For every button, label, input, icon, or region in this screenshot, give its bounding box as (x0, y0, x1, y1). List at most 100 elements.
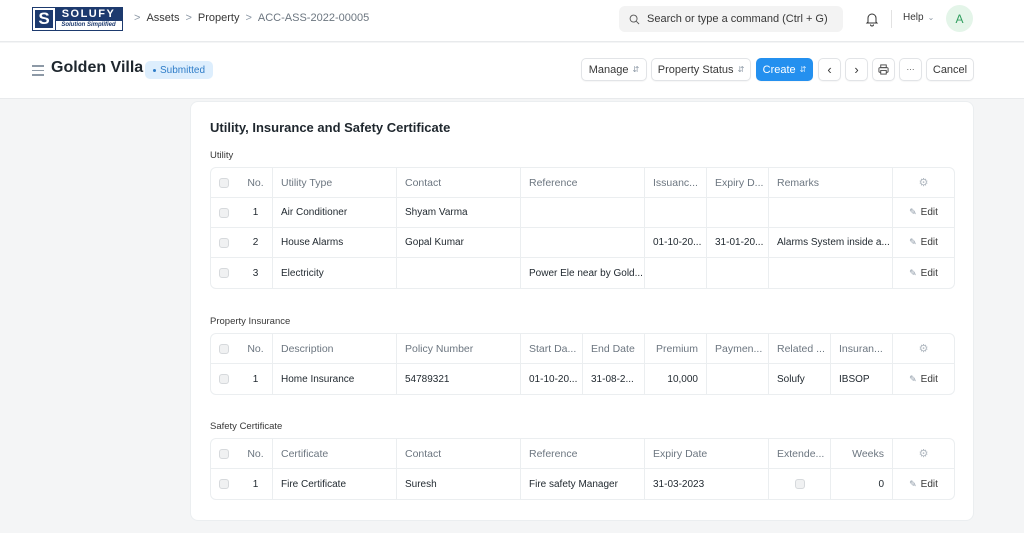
safety-certificate-table: No. Certificate Contact Reference Expiry… (210, 438, 955, 500)
edit-row-button[interactable]: ✎ Edit (909, 268, 938, 279)
contact-cell[interactable]: Suresh (397, 469, 521, 499)
table-row[interactable]: 2 House Alarms Gopal Kumar 01-10-20... 3… (211, 228, 954, 258)
remarks-cell[interactable] (769, 258, 893, 288)
solufy-logo[interactable]: S SOLUFY Solution Simplified (32, 7, 123, 31)
select-all-checkbox[interactable] (219, 448, 229, 459)
row-checkbox[interactable] (219, 237, 229, 248)
payment-cell[interactable] (707, 364, 769, 394)
help-dropdown[interactable]: Help ⌄ (903, 12, 934, 23)
edit-row-button[interactable]: ✎ Edit (909, 207, 938, 218)
column-settings-gear-icon[interactable]: ⚙ (919, 447, 929, 460)
search-icon (629, 14, 640, 24)
pencil-icon: ✎ (909, 237, 917, 247)
row-number: 1 (239, 364, 273, 394)
select-all-checkbox[interactable] (219, 343, 229, 354)
user-avatar[interactable]: A (946, 5, 973, 32)
table-header-row: No. Description Policy Number Start Da..… (211, 334, 954, 364)
safety-table-label: Safety Certificate (210, 421, 283, 432)
column-header: Certificate (273, 439, 397, 468)
logo-name: SOLUFY (55, 8, 122, 21)
start-date-cell[interactable]: 01-10-20... (521, 364, 583, 394)
create-button[interactable]: Create ⇵ (756, 58, 813, 81)
issuance-date-cell[interactable] (645, 198, 707, 227)
previous-button[interactable]: ‹ (818, 58, 841, 81)
column-header: Reference (521, 439, 645, 468)
expiry-date-cell[interactable]: 31-01-20... (707, 228, 769, 257)
row-checkbox[interactable] (219, 479, 229, 489)
edit-row-button[interactable]: ✎ Edit (909, 374, 938, 385)
row-checkbox[interactable] (219, 207, 229, 218)
weeks-cell[interactable]: 0 (831, 469, 893, 499)
column-header: Premium (645, 334, 707, 363)
reference-cell[interactable]: Power Ele near by Gold... (521, 258, 645, 288)
breadcrumb-property[interactable]: Property (198, 12, 240, 24)
row-checkbox[interactable] (219, 374, 229, 384)
chevron-right-icon: › (854, 62, 859, 77)
column-header: Insuran... (831, 334, 893, 363)
remarks-cell[interactable]: Alarms System inside a... (769, 228, 893, 257)
contact-cell[interactable]: Shyam Varma (397, 198, 521, 227)
reference-cell[interactable] (521, 198, 645, 227)
property-insurance-table: No. Description Policy Number Start Da..… (210, 333, 955, 395)
expiry-date-cell[interactable] (707, 258, 769, 288)
select-arrows-icon: ⇵ (737, 65, 745, 74)
utility-type-cell[interactable]: House Alarms (273, 228, 397, 257)
search-input[interactable]: Search or type a command (Ctrl + G) (619, 6, 843, 32)
end-date-cell[interactable]: 31-08-2... (583, 364, 645, 394)
property-status-button[interactable]: Property Status ⇵ (651, 58, 751, 81)
expiry-date-cell[interactable]: 31-03-2023 (645, 469, 769, 499)
cancel-button[interactable]: Cancel (926, 58, 974, 81)
section-title: Utility, Insurance and Safety Certificat… (210, 120, 451, 135)
description-cell[interactable]: Home Insurance (273, 364, 397, 394)
insurer-cell[interactable]: IBSOP (831, 364, 893, 394)
logo-mark: S (32, 7, 56, 31)
table-row[interactable]: 1 Fire Certificate Suresh Fire safety Ma… (211, 469, 954, 499)
select-all-checkbox[interactable] (219, 177, 229, 188)
edit-row-button[interactable]: ✎ Edit (909, 237, 938, 248)
remarks-cell[interactable] (769, 198, 893, 227)
certificate-cell[interactable]: Fire Certificate (273, 469, 397, 499)
related-cell[interactable]: Solufy (769, 364, 831, 394)
chevron-right-icon: > (245, 12, 252, 24)
notification-bell-icon[interactable] (864, 11, 880, 27)
edit-label: Edit (920, 207, 938, 218)
manage-button[interactable]: Manage ⇵ (581, 58, 647, 81)
column-header: Related ... (769, 334, 831, 363)
search-placeholder: Search or type a command (Ctrl + G) (647, 13, 828, 25)
row-checkbox[interactable] (219, 268, 229, 278)
breadcrumb-current[interactable]: ACC-ASS-2022-00005 (258, 12, 369, 24)
reference-cell[interactable] (521, 228, 645, 257)
issuance-date-cell[interactable] (645, 258, 707, 288)
issuance-date-cell[interactable]: 01-10-20... (645, 228, 707, 257)
column-header: No. (239, 334, 273, 363)
utility-type-cell[interactable]: Electricity (273, 258, 397, 288)
sidebar-toggle-icon[interactable] (32, 65, 44, 76)
chevron-right-icon: > (185, 12, 192, 24)
column-header: Policy Number (397, 334, 521, 363)
table-row[interactable]: 1 Home Insurance 54789321 01-10-20... 31… (211, 364, 954, 394)
column-settings-gear-icon[interactable]: ⚙ (919, 176, 929, 189)
extended-checkbox[interactable] (794, 479, 805, 489)
table-row[interactable]: 1 Air Conditioner Shyam Varma ✎ Edit (211, 198, 954, 228)
table-header-row: No. Certificate Contact Reference Expiry… (211, 439, 954, 469)
utility-type-cell[interactable]: Air Conditioner (273, 198, 397, 227)
print-button[interactable] (872, 58, 895, 81)
column-header: Reference (521, 168, 645, 197)
expiry-date-cell[interactable] (707, 198, 769, 227)
contact-cell[interactable]: Gopal Kumar (397, 228, 521, 257)
policy-number-cell[interactable]: 54789321 (397, 364, 521, 394)
column-header: End Date (583, 334, 645, 363)
column-header: Weeks (831, 439, 893, 468)
column-header: Start Da... (521, 334, 583, 363)
reference-cell[interactable]: Fire safety Manager (521, 469, 645, 499)
next-button[interactable]: › (845, 58, 868, 81)
more-actions-button[interactable]: ··· (899, 58, 922, 81)
breadcrumb-assets[interactable]: Assets (146, 12, 179, 24)
edit-row-button[interactable]: ✎ Edit (909, 479, 938, 490)
status-label: Submitted (160, 64, 206, 76)
column-header: Contact (397, 439, 521, 468)
column-settings-gear-icon[interactable]: ⚙ (919, 342, 929, 355)
table-row[interactable]: 3 Electricity Power Ele near by Gold... … (211, 258, 954, 288)
contact-cell[interactable] (397, 258, 521, 288)
premium-cell[interactable]: 10,000 (645, 364, 707, 394)
